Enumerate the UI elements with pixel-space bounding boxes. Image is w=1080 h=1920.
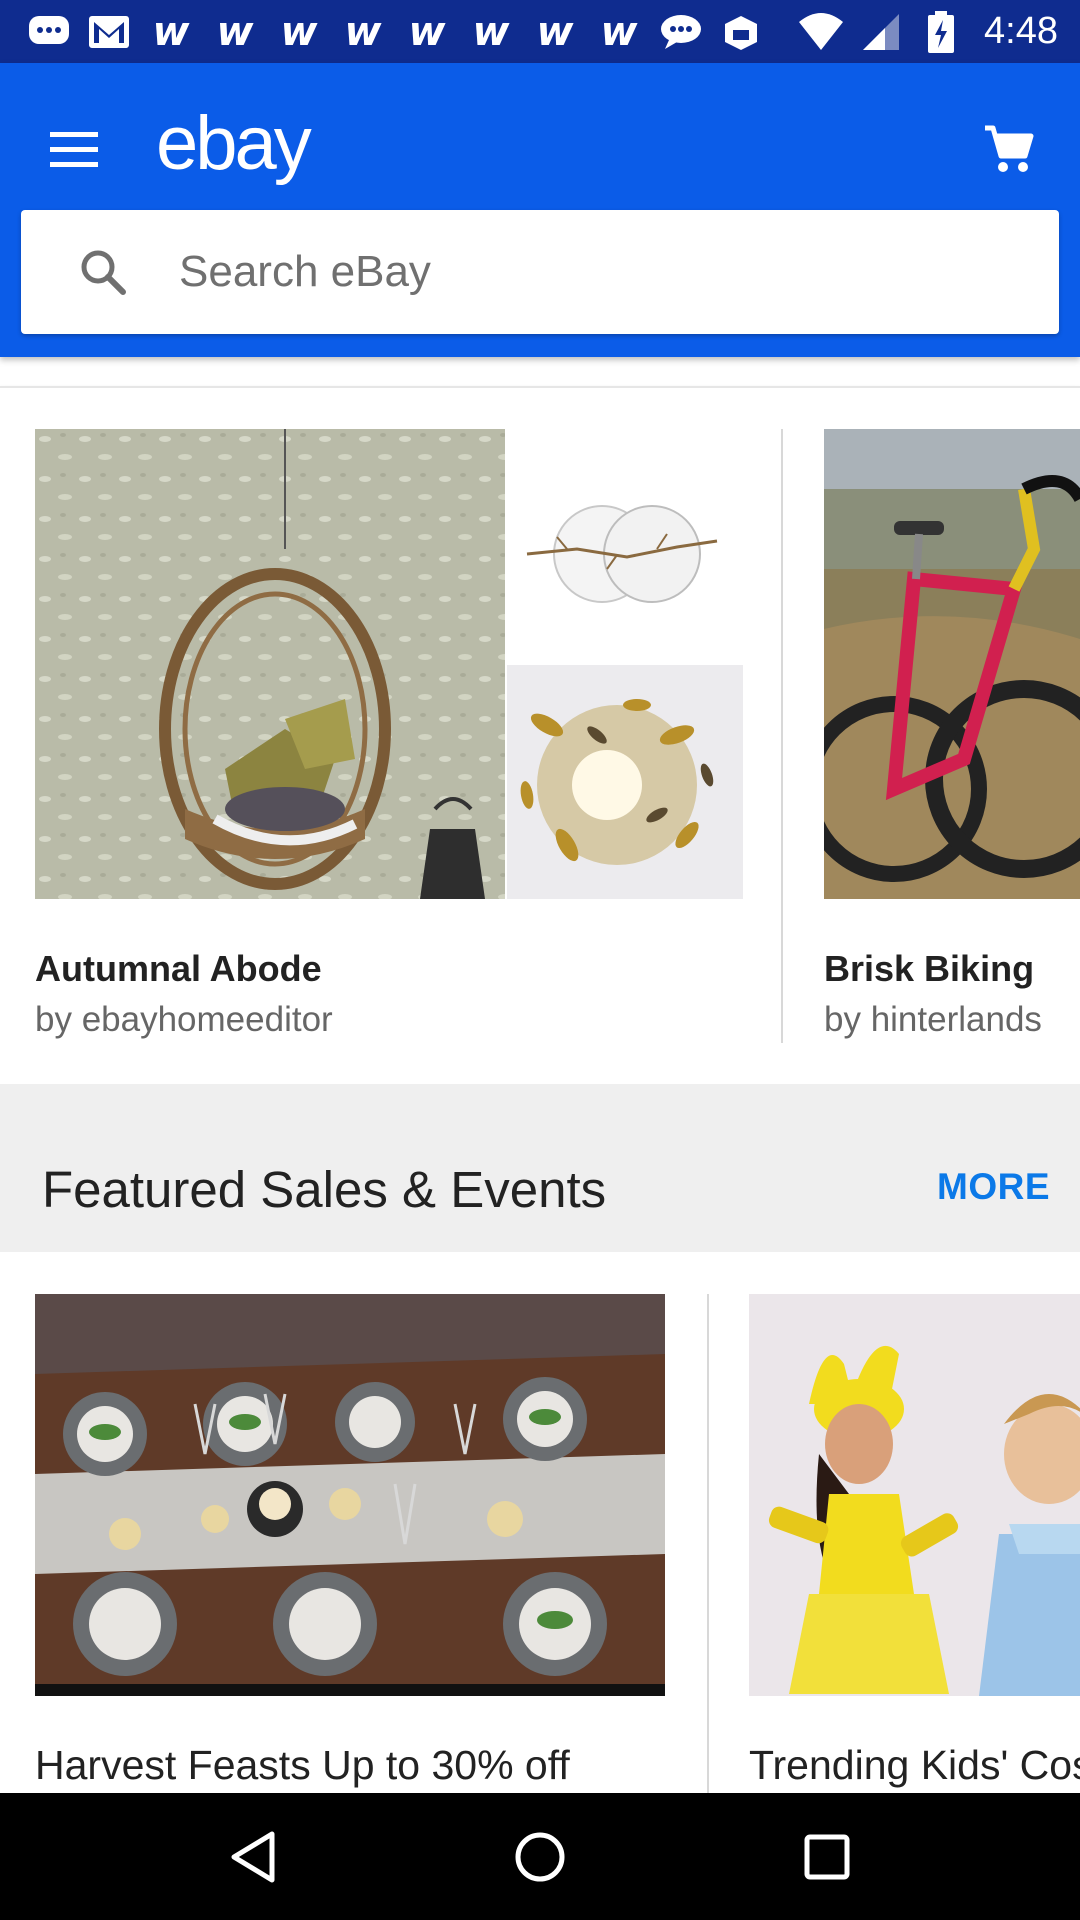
battery-charging-icon [918,9,964,55]
kids-costumes-image [749,1294,1080,1696]
search-bar[interactable] [21,210,1059,334]
status-bar: w w w w w w w w 4:48 [0,0,1080,63]
app-bar: ebay [0,63,1080,357]
w-icon: w [536,8,574,55]
hanging-chair-image [35,429,505,899]
w-icon: w [472,8,510,55]
w-icon: w [600,8,638,55]
collection-author: by ebayhomeeditor [35,1000,333,1039]
event-title: Harvest Feasts Up to 30% off [35,1742,570,1788]
event-card[interactable]: Trending Kids' Costumes [749,1252,1080,1793]
back-triangle-icon[interactable] [208,1812,298,1902]
home-circle-icon[interactable] [495,1812,585,1902]
recents-square-icon[interactable] [782,1812,872,1902]
w-icon: w [344,8,382,55]
signal-icon [858,9,904,55]
w-icon: w [408,8,446,55]
collections-carousel[interactable]: Autumnal Abode by ebayhomeeditor Brisk B… [0,386,1080,1086]
w-icon: w [216,8,254,55]
search-icon[interactable] [73,242,133,302]
box-app-icon [718,9,764,55]
system-icons: 4:48 [798,9,1058,55]
collection-card[interactable]: Brisk Biking by hinterlands [824,388,1080,1086]
w-icon: w [280,8,318,55]
search-input[interactable] [177,246,981,298]
collection-author: by hinterlands [824,1000,1042,1039]
wifi-icon [798,9,844,55]
collection-title: Brisk Biking [824,948,1035,989]
card-divider [707,1294,709,1793]
collection-card[interactable]: Autumnal Abode by ebayhomeeditor [35,388,743,1086]
card-divider [781,429,783,1043]
message-bubble-icon [658,9,704,55]
shopping-cart-icon[interactable] [968,108,1050,190]
featured-events-carousel[interactable]: Harvest Feasts Up to 30% off Trending Ki… [0,1252,1080,1793]
section-title: Featured Sales & Events [42,1161,607,1218]
system-nav-bar [0,1793,1080,1920]
featured-section-header: Featured Sales & Events MORE [0,1084,1080,1252]
bicycle-image [824,429,1080,899]
more-button[interactable]: MORE [937,1166,1050,1208]
event-title: Trending Kids' Costumes [749,1742,1080,1788]
hamburger-menu-icon[interactable] [40,115,108,183]
clock-time: 4:48 [984,10,1058,52]
leaf-chandelier-image [507,665,743,899]
collection-title: Autumnal Abode [35,948,322,989]
glass-globe-image [507,429,743,663]
gmail-icon [86,9,132,55]
chat-bubble-icon [26,9,72,55]
notification-icons: w w w w w w w w [26,9,764,55]
event-card[interactable]: Harvest Feasts Up to 30% off [35,1252,665,1793]
harvest-table-image [35,1294,665,1696]
ebay-logo[interactable]: ebay [156,93,312,193]
w-icon: w [152,8,190,55]
